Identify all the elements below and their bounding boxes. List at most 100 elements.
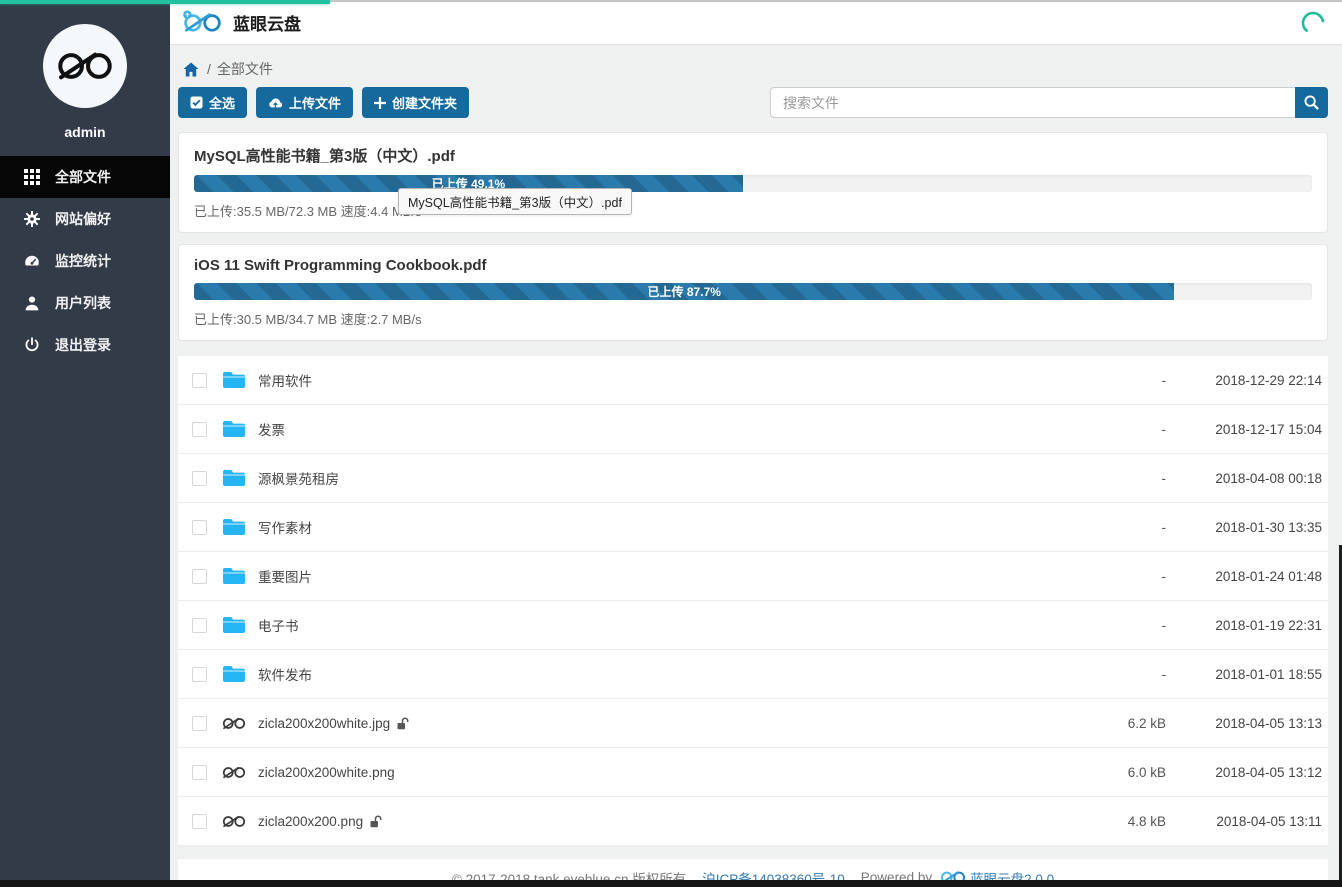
- sidebar: admin 全部文件 网站偏好 监控统计: [0, 0, 170, 880]
- list-item-file[interactable]: zicla200x200.png 4.8 kB 2018-04-05 13:11: [178, 797, 1328, 846]
- list-item-file[interactable]: zicla200x200white.png 6.0 kB 2018-04-05 …: [178, 748, 1328, 797]
- loading-spinner-icon: [1300, 10, 1326, 36]
- search-group: [770, 87, 1328, 118]
- sidebar-item-label: 网站偏好: [55, 209, 111, 229]
- home-icon[interactable]: [183, 62, 199, 77]
- file-date: 2018-01-19 22:31: [1172, 618, 1322, 633]
- toolbar: 全选 上传文件 创建文件夹: [178, 87, 1328, 118]
- row-checkbox[interactable]: [192, 422, 207, 437]
- row-checkbox[interactable]: [192, 471, 207, 486]
- sidebar-item-logout[interactable]: 退出登录: [0, 324, 170, 366]
- cloud-upload-icon: [268, 97, 283, 109]
- file-name: zicla200x200.png: [258, 814, 363, 829]
- create-folder-label: 创建文件夹: [392, 93, 457, 112]
- list-item-folder[interactable]: 写作素材 - 2018-01-30 13:35: [178, 503, 1328, 552]
- file-name: 写作素材: [258, 517, 312, 537]
- row-checkbox[interactable]: [192, 520, 207, 535]
- content: / 全部文件 全选 上传文件 创建文件夹: [170, 59, 1342, 887]
- plus-icon: [374, 97, 386, 109]
- list-item-folder[interactable]: 电子书 - 2018-01-19 22:31: [178, 601, 1328, 650]
- upload-card: iOS 11 Swift Programming Cookbook.pdf 已上…: [178, 244, 1328, 341]
- file-size: 6.2 kB: [1076, 716, 1166, 731]
- folder-icon: [222, 371, 246, 389]
- select-all-label: 全选: [209, 93, 235, 112]
- row-checkbox[interactable]: [192, 814, 207, 829]
- file-size: -: [1076, 520, 1166, 535]
- file-date: 2018-12-29 22:14: [1172, 373, 1322, 388]
- folder-icon: [222, 420, 246, 438]
- app-title: 蓝眼云盘: [233, 10, 301, 35]
- username-label: admin: [0, 124, 170, 140]
- file-size: -: [1076, 667, 1166, 682]
- sidebar-item-label: 监控统计: [55, 251, 111, 271]
- grid-icon: [23, 169, 40, 186]
- file-date: 2018-01-01 18:55: [1172, 667, 1322, 682]
- sidebar-item-monitoring-stats[interactable]: 监控统计: [0, 240, 170, 282]
- row-checkbox[interactable]: [192, 765, 207, 780]
- power-icon: [23, 337, 40, 354]
- folder-icon: [222, 665, 246, 683]
- upload-file-name: iOS 11 Swift Programming Cookbook.pdf: [194, 257, 1312, 274]
- sidebar-item-all-files[interactable]: 全部文件: [0, 156, 170, 198]
- eyeblue-logo-icon: [181, 9, 223, 35]
- user-icon: [23, 295, 40, 312]
- dashboard-icon: [23, 253, 40, 270]
- check-square-icon: [190, 96, 203, 109]
- lock-open-icon: [397, 717, 409, 730]
- upload-file-button[interactable]: 上传文件: [256, 87, 353, 118]
- search-icon: [1304, 95, 1319, 110]
- list-item-file[interactable]: zicla200x200white.jpg 6.2 kB 2018-04-05 …: [178, 699, 1328, 748]
- file-name: 发票: [258, 419, 285, 439]
- page-load-progress-bar: [0, 0, 330, 4]
- sidebar-item-user-list[interactable]: 用户列表: [0, 282, 170, 324]
- image-file-icon: [222, 814, 246, 829]
- sidebar-item-label: 全部文件: [55, 167, 111, 187]
- file-name: zicla200x200white.jpg: [258, 716, 390, 731]
- upload-progress-track: 已上传 49.1%: [194, 175, 1312, 192]
- file-date: 2018-01-30 13:35: [1172, 520, 1322, 535]
- search-button[interactable]: [1295, 87, 1328, 118]
- sidebar-item-site-preferences[interactable]: 网站偏好: [0, 198, 170, 240]
- row-checkbox[interactable]: [192, 667, 207, 682]
- list-item-folder[interactable]: 发票 - 2018-12-17 15:04: [178, 405, 1328, 454]
- select-all-button[interactable]: 全选: [178, 87, 247, 118]
- folder-icon: [222, 567, 246, 585]
- list-item-folder[interactable]: 常用软件 - 2018-12-29 22:14: [178, 356, 1328, 405]
- gear-icon: [23, 211, 40, 228]
- row-checkbox[interactable]: [192, 569, 207, 584]
- file-size: -: [1076, 618, 1166, 633]
- sidebar-item-label: 用户列表: [55, 293, 111, 313]
- upload-progress-track: 已上传 87.7%: [194, 283, 1312, 300]
- upload-progress-label: 已上传 87.7%: [648, 283, 721, 300]
- file-date: 2018-12-17 15:04: [1172, 422, 1322, 437]
- brand-link[interactable]: 蓝眼云盘: [181, 9, 301, 35]
- file-date: 2018-04-05 13:11: [1172, 814, 1322, 829]
- sidebar-menu: 全部文件 网站偏好 监控统计 用户列表: [0, 156, 170, 366]
- bottom-edge-bar: [0, 880, 1342, 887]
- file-size: -: [1076, 471, 1166, 486]
- list-item-folder[interactable]: 源枫景苑租房 - 2018-04-08 00:18: [178, 454, 1328, 503]
- file-date: 2018-04-08 00:18: [1172, 471, 1322, 486]
- upload-card: MySQL高性能书籍_第3版（中文）.pdf 已上传 49.1% 已上传:35.…: [178, 132, 1328, 233]
- main-area: 蓝眼云盘 / 全部文件 全选 上传文件: [170, 0, 1342, 880]
- file-list: 常用软件 - 2018-12-29 22:14 发票 - 2018-12-17 …: [178, 356, 1328, 846]
- image-file-icon: [222, 716, 246, 731]
- user-avatar: [43, 24, 127, 108]
- upload-progress-bar: 已上传 87.7%: [194, 283, 1174, 300]
- list-item-folder[interactable]: 重要图片 - 2018-01-24 01:48: [178, 552, 1328, 601]
- file-size: -: [1076, 422, 1166, 437]
- sidebar-item-label: 退出登录: [55, 335, 111, 355]
- file-size: 4.8 kB: [1076, 814, 1166, 829]
- file-name: 软件发布: [258, 664, 312, 684]
- row-checkbox[interactable]: [192, 618, 207, 633]
- breadcrumb-current: 全部文件: [217, 59, 273, 79]
- list-item-folder[interactable]: 软件发布 - 2018-01-01 18:55: [178, 650, 1328, 699]
- breadcrumb: / 全部文件: [178, 59, 1328, 79]
- app-window: admin 全部文件 网站偏好 监控统计: [0, 0, 1342, 887]
- search-input[interactable]: [770, 87, 1295, 118]
- create-folder-button[interactable]: 创建文件夹: [362, 87, 469, 118]
- upload-detail: 已上传:35.5 MB/72.3 MB 速度:4.4 MB/s: [194, 201, 1312, 220]
- file-name: 源枫景苑租房: [258, 468, 339, 488]
- row-checkbox[interactable]: [192, 373, 207, 388]
- row-checkbox[interactable]: [192, 716, 207, 731]
